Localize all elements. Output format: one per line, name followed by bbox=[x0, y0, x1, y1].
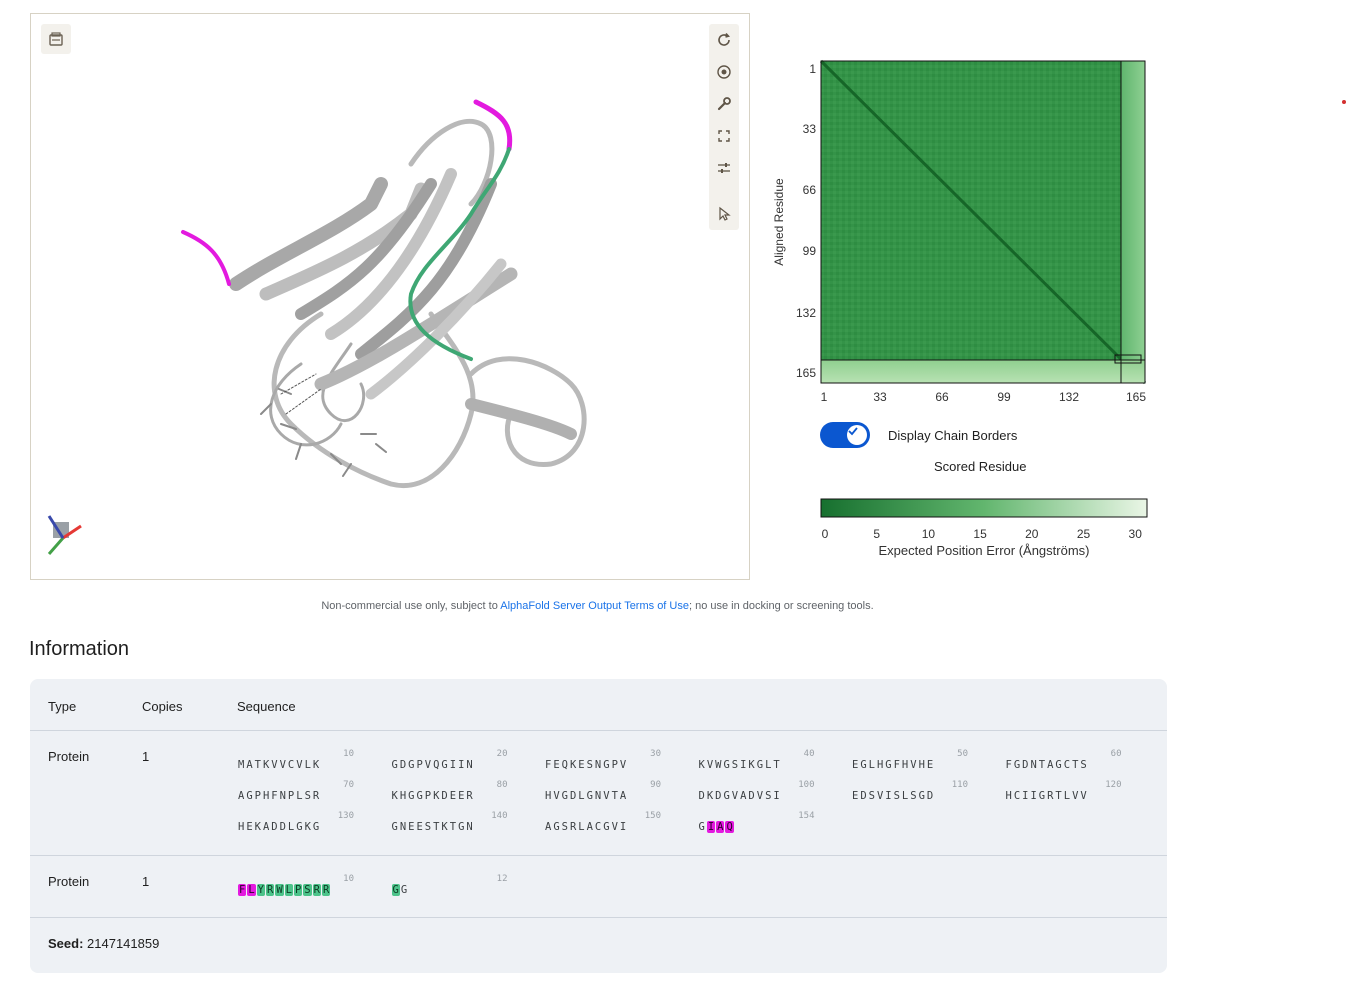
residue-letters[interactable]: MATKVVCVLK bbox=[238, 759, 321, 771]
table-row: Protein 1 10 F L Y R W L P S R R 12 G G bbox=[30, 856, 1167, 918]
residue-index: 120 bbox=[1105, 780, 1122, 790]
residue-letters[interactable]: DKDGVADVSI bbox=[699, 790, 782, 802]
structure-viewer[interactable] bbox=[30, 13, 750, 580]
seed-value: 2147141859 bbox=[87, 936, 160, 951]
row-type: Protein bbox=[48, 874, 90, 889]
header-copies: Copies bbox=[142, 699, 183, 714]
residue-letters[interactable]: KHGGPKDEER bbox=[392, 790, 475, 802]
header-sequence: Sequence bbox=[237, 699, 296, 714]
y-tick-label: 165 bbox=[796, 366, 816, 380]
residue-letters[interactable]: HCIIGRTLVV bbox=[1006, 790, 1089, 802]
seed-label: Seed: bbox=[48, 936, 84, 951]
residue-letters[interactable]: HEKADDLGKG bbox=[238, 821, 321, 833]
information-heading: Information bbox=[29, 638, 130, 660]
check-icon bbox=[847, 425, 867, 445]
y-axis-label: Aligned Residue bbox=[772, 178, 786, 266]
colorbar-tick-label: 25 bbox=[1077, 527, 1091, 541]
colorbar-tick-label: 5 bbox=[873, 527, 880, 541]
y-tick-label: 33 bbox=[803, 122, 817, 136]
pae-plot[interactable]: Aligned Residue 1 33 66 99 132 165 1 33 66 99 132… bbox=[770, 50, 1170, 570]
terms-link[interactable]: AlphaFold Server Output Terms of Use bbox=[500, 600, 689, 612]
row-type: Protein bbox=[48, 749, 90, 764]
x-tick-label: 66 bbox=[935, 390, 949, 404]
residue-index: 140 bbox=[491, 811, 508, 821]
chain-borders-toggle-row: Display Chain Borders bbox=[820, 422, 1017, 448]
residue-letters[interactable]: FGDNTAGCTS bbox=[1006, 759, 1089, 771]
residue-index: 20 bbox=[496, 749, 508, 759]
row-copies: 1 bbox=[142, 749, 150, 764]
residue-letters[interactable]: AGPHFNPLSR bbox=[238, 790, 321, 802]
residue-index: 70 bbox=[343, 780, 354, 790]
residue-letters[interactable]: GDGPVQGIIN bbox=[392, 759, 475, 771]
table-header-row: Type Copies Sequence bbox=[30, 679, 1167, 731]
y-tick-label: 132 bbox=[796, 306, 816, 320]
residue-letters[interactable]: KVWGSIKGLT bbox=[699, 759, 782, 771]
axes-gizmo bbox=[47, 515, 82, 555]
residue-index: 10 bbox=[343, 874, 354, 884]
residue-letters[interactable]: EDSVISLSGD bbox=[852, 790, 935, 802]
x-axis-label: Scored Residue bbox=[934, 459, 1027, 474]
residue-index: 40 bbox=[803, 749, 815, 759]
terms-prefix: Non-commercial use only, subject to bbox=[321, 600, 501, 612]
residue-index: 90 bbox=[650, 780, 661, 790]
x-tick-label: 33 bbox=[873, 390, 887, 404]
residue-index: 60 bbox=[1110, 749, 1122, 759]
residue-letters[interactable]: AGSRLACGVI bbox=[545, 821, 628, 833]
y-tick-label: 66 bbox=[803, 183, 817, 197]
residue-index: 10 bbox=[343, 749, 354, 759]
residue-letters[interactable]: HVGDLGNVTA bbox=[545, 790, 628, 802]
header-type: Type bbox=[48, 699, 77, 714]
residue-index: 80 bbox=[496, 780, 508, 790]
residue-letters[interactable]: GI A Q bbox=[699, 821, 735, 833]
residue-letters[interactable]: EGLHGFHVHE bbox=[852, 759, 935, 771]
colorbar-tick-label: 20 bbox=[1025, 527, 1039, 541]
pae-heatmap bbox=[819, 59, 1147, 385]
colorbar-tick-label: 0 bbox=[822, 527, 829, 541]
seed: Seed: 2147141859 bbox=[48, 936, 159, 951]
colorbar-tick-label: 15 bbox=[973, 527, 987, 541]
residue-index: 110 bbox=[951, 780, 968, 790]
residue-index: 30 bbox=[650, 749, 661, 759]
residue-index: 150 bbox=[644, 811, 661, 821]
x-tick-label: 165 bbox=[1126, 390, 1146, 404]
residue-letters[interactable]: FLYRWLPSRR bbox=[238, 884, 331, 896]
residue-letters[interactable]: GNEESTKTGN bbox=[392, 821, 475, 833]
status-dot bbox=[1342, 100, 1346, 104]
y-tick-label: 1 bbox=[809, 62, 816, 76]
residue-index: 12 bbox=[496, 874, 508, 884]
pae-panel: Aligned Residue 1 33 66 99 132 165 1 33 66 99 132… bbox=[770, 50, 1170, 570]
row-copies: 1 bbox=[142, 874, 150, 889]
table-row: Protein 1 10 MATKVVCVLK 20 GDGPVQGIIN 30 FEQK… bbox=[30, 731, 1167, 856]
terms-note: Non-commercial use only, subject to Alph… bbox=[0, 600, 1195, 612]
x-tick-label: 1 bbox=[821, 390, 828, 404]
chain-borders-label: Display Chain Borders bbox=[888, 427, 1018, 443]
residue-index: 154 bbox=[798, 811, 815, 821]
chain-borders-toggle[interactable] bbox=[820, 422, 870, 448]
colorbar-tick-label: 10 bbox=[922, 527, 936, 541]
colorbar-tick-label: 30 bbox=[1129, 527, 1143, 541]
protein-structure-render[interactable] bbox=[31, 14, 751, 581]
pae-colorbar bbox=[820, 498, 1148, 518]
residue-letters[interactable]: FEQKESNGPV bbox=[545, 759, 628, 771]
residue-index: 130 bbox=[337, 811, 354, 821]
information-table: Type Copies Sequence Protein 1 10 MATKVVC… bbox=[30, 679, 1167, 973]
x-tick-label: 132 bbox=[1059, 390, 1079, 404]
residue-letters[interactable]: GG bbox=[391, 884, 410, 896]
terms-suffix: ; no use in docking or screening tools. bbox=[688, 600, 874, 612]
residue-index: 100 bbox=[798, 780, 815, 790]
y-tick-label: 99 bbox=[803, 244, 817, 258]
colorbar-label: Expected Position Error (Ångströms) bbox=[879, 543, 1090, 558]
residue-index: 50 bbox=[957, 749, 968, 759]
x-tick-label: 99 bbox=[997, 390, 1011, 404]
